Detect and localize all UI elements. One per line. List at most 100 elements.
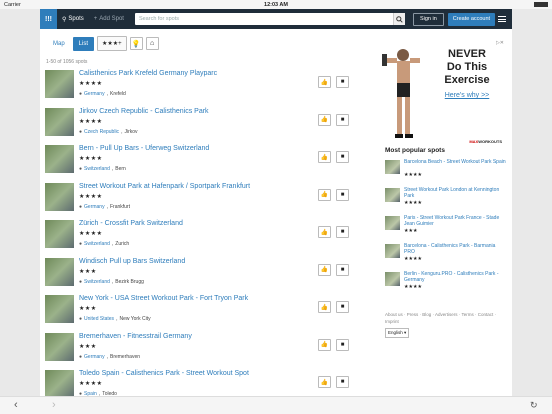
popular-spot-thumbnail[interactable] bbox=[385, 216, 400, 230]
like-button[interactable]: 👍 bbox=[318, 188, 331, 201]
spot-location: ● Czech Republic, Jirkov bbox=[79, 128, 138, 135]
spot-list-item[interactable]: Jirkov Czech Republic - Calisthenics Par… bbox=[45, 107, 350, 144]
popular-spot-item[interactable]: Street Workout Park London at Kennington… bbox=[385, 187, 507, 211]
spot-title[interactable]: Windisch Pull up Bars Switzerland bbox=[79, 258, 185, 265]
spot-country[interactable]: Czech Republic bbox=[84, 129, 119, 135]
spot-thumbnail[interactable] bbox=[45, 145, 74, 173]
spot-location: ● United States, New York City bbox=[79, 316, 151, 322]
back-icon[interactable]: ‹ bbox=[14, 399, 18, 411]
create-account-button[interactable]: Create account bbox=[447, 12, 496, 26]
like-button[interactable]: 👍 bbox=[318, 263, 331, 276]
spot-country[interactable]: Switzerland bbox=[84, 241, 110, 247]
spot-title[interactable]: Jirkov Czech Republic - Calisthenics Par… bbox=[79, 108, 209, 115]
like-button[interactable]: 👍 bbox=[318, 151, 331, 163]
reload-icon[interactable]: ↻ bbox=[530, 400, 538, 411]
popular-spot-thumbnail[interactable] bbox=[385, 188, 400, 202]
spot-country[interactable]: Germany bbox=[84, 354, 105, 360]
spot-title[interactable]: Zürich - Crossfit Park Switzerland bbox=[79, 220, 183, 227]
spot-thumbnail[interactable] bbox=[45, 70, 74, 98]
search-input[interactable]: Search for spots bbox=[134, 13, 405, 25]
location-pin-icon: ● bbox=[79, 278, 83, 285]
comment-icon: ■ bbox=[340, 304, 345, 310]
language-select[interactable]: English ▾ bbox=[385, 328, 410, 338]
popular-spot-name[interactable]: Berlin - Kenguru.PRO - Calisthenics Park… bbox=[404, 271, 507, 283]
thumbs-up-icon: 👍 bbox=[320, 192, 329, 198]
sign-in-button[interactable]: Sign in bbox=[412, 12, 444, 26]
nav-add-spot[interactable]: + Add Spot bbox=[89, 9, 129, 29]
spot-title[interactable]: Street Workout Park at Hafenpark / Sport… bbox=[79, 183, 250, 190]
like-button[interactable]: 👍 bbox=[318, 376, 331, 388]
map-view-button[interactable]: Map bbox=[48, 37, 70, 51]
spot-list-item[interactable]: Street Workout Park at Hafenpark / Sport… bbox=[45, 182, 350, 219]
spot-thumbnail[interactable] bbox=[45, 257, 74, 286]
popular-spot-item[interactable]: Berlin - Kenguru.PRO - Calisthenics Park… bbox=[385, 271, 507, 295]
comment-button[interactable]: ■ bbox=[336, 376, 349, 388]
popular-spot-item[interactable]: Barcelona - Calisthenics Park - Barmania… bbox=[385, 243, 507, 267]
footer-links[interactable]: About us · Press · Blog · Advertisers · … bbox=[385, 311, 505, 325]
like-button[interactable]: 👍 bbox=[318, 338, 331, 351]
popular-spot-name[interactable]: Barcelona Beach - Street Workout Park Sp… bbox=[404, 159, 507, 165]
popular-spot-item[interactable]: Paris - Street Workout Park France - Sta… bbox=[385, 215, 507, 239]
comment-button[interactable]: ■ bbox=[336, 338, 349, 351]
advertisement[interactable]: NEVER Do This Exercise Here's why >> MAX… bbox=[379, 40, 504, 144]
comment-button[interactable]: ■ bbox=[336, 151, 349, 163]
popular-spot-name[interactable]: Barcelona - Calisthenics Park - Barmania… bbox=[404, 243, 507, 255]
thumbs-up-icon: 👍 bbox=[320, 79, 329, 86]
comment-button[interactable]: ■ bbox=[336, 188, 349, 201]
spot-title[interactable]: Toledo Spain - Calisthenics Park - Stree… bbox=[79, 370, 249, 377]
spot-list-item[interactable]: New York - USA Street Workout Park - For… bbox=[45, 295, 350, 331]
lightbulb-filter-icon[interactable]: 💡 bbox=[129, 37, 143, 50]
popular-spot-rating: ★★★★ bbox=[404, 172, 422, 178]
comment-button[interactable]: ■ bbox=[336, 76, 349, 88]
popular-spot-thumbnail[interactable] bbox=[385, 244, 400, 258]
popular-spot-thumbnail[interactable] bbox=[385, 272, 400, 286]
thumbs-up-icon: 👍 bbox=[320, 379, 329, 386]
spot-thumbnail[interactable] bbox=[45, 295, 74, 323]
spot-country[interactable]: Switzerland bbox=[84, 279, 110, 285]
like-button[interactable]: 👍 bbox=[318, 226, 331, 238]
hamburger-menu-icon[interactable] bbox=[498, 16, 506, 22]
ad-close-icon[interactable]: ▷✕ bbox=[496, 40, 504, 46]
like-button[interactable]: 👍 bbox=[318, 76, 331, 88]
comment-button[interactable]: ■ bbox=[336, 263, 349, 276]
plus-icon: + bbox=[93, 16, 98, 22]
spot-thumbnail[interactable] bbox=[45, 370, 74, 396]
spot-list-item[interactable]: Calisthenics Park Krefeld Germany Playpa… bbox=[45, 70, 350, 106]
site-logo[interactable]: !!! bbox=[40, 9, 57, 29]
spot-list-item[interactable]: Windisch Pull up Bars Switzerland ★★★ ● Swi… bbox=[45, 257, 350, 294]
spot-country[interactable]: Germany bbox=[84, 204, 105, 210]
comment-button[interactable]: ■ bbox=[336, 301, 349, 313]
spot-title[interactable]: Bremerhaven - Fitnesstrail Germany bbox=[79, 333, 192, 340]
nav-spots[interactable]: ⚲ Spots bbox=[57, 9, 89, 29]
comment-button[interactable]: ■ bbox=[336, 113, 349, 126]
ad-link[interactable]: Here's why >> bbox=[432, 92, 502, 99]
search-button[interactable] bbox=[392, 13, 405, 25]
spot-city: Bezirk Brugg bbox=[115, 278, 144, 285]
rating-filter-dropdown[interactable]: ★★★+ bbox=[97, 36, 127, 51]
spot-country[interactable]: United States bbox=[84, 316, 114, 322]
spot-country[interactable]: Germany bbox=[84, 91, 105, 97]
battery-icon bbox=[534, 2, 548, 7]
spot-thumbnail[interactable] bbox=[45, 332, 74, 361]
spot-country[interactable]: Switzerland bbox=[84, 166, 110, 172]
spot-title[interactable]: Calisthenics Park Krefeld Germany Playpa… bbox=[79, 70, 217, 77]
list-view-button[interactable]: List bbox=[72, 36, 95, 51]
spot-thumbnail[interactable] bbox=[45, 107, 74, 136]
home-filter-icon[interactable]: ⌂ bbox=[145, 37, 159, 50]
spot-list-item[interactable]: Bern - Pull Up Bars - Uferweg Switzerlan… bbox=[45, 145, 350, 181]
spot-thumbnail[interactable] bbox=[45, 220, 74, 248]
like-button[interactable]: 👍 bbox=[318, 301, 331, 313]
popular-spot-name[interactable]: Street Workout Park London at Kennington… bbox=[404, 187, 507, 199]
spot-thumbnail[interactable] bbox=[45, 182, 74, 211]
spot-title[interactable]: New York - USA Street Workout Park - For… bbox=[79, 295, 248, 302]
forward-icon[interactable]: › bbox=[52, 399, 56, 411]
popular-spot-item[interactable]: Barcelona Beach - Street Workout Park Sp… bbox=[385, 159, 507, 183]
spot-list-item[interactable]: Bremerhaven - Fitnesstrail Germany ★★★ ● Ge… bbox=[45, 332, 350, 369]
spot-list-item[interactable]: Toledo Spain - Calisthenics Park - Stree… bbox=[45, 370, 350, 396]
spot-title[interactable]: Bern - Pull Up Bars - Uferweg Switzerlan… bbox=[79, 145, 209, 152]
comment-button[interactable]: ■ bbox=[336, 226, 349, 238]
popular-spot-name[interactable]: Paris - Street Workout Park France - Sta… bbox=[404, 215, 507, 227]
spot-list-item[interactable]: Zürich - Crossfit Park Switzerland ★★★★ ● S… bbox=[45, 220, 350, 256]
popular-spot-thumbnail[interactable] bbox=[385, 160, 400, 174]
like-button[interactable]: 👍 bbox=[318, 113, 331, 126]
